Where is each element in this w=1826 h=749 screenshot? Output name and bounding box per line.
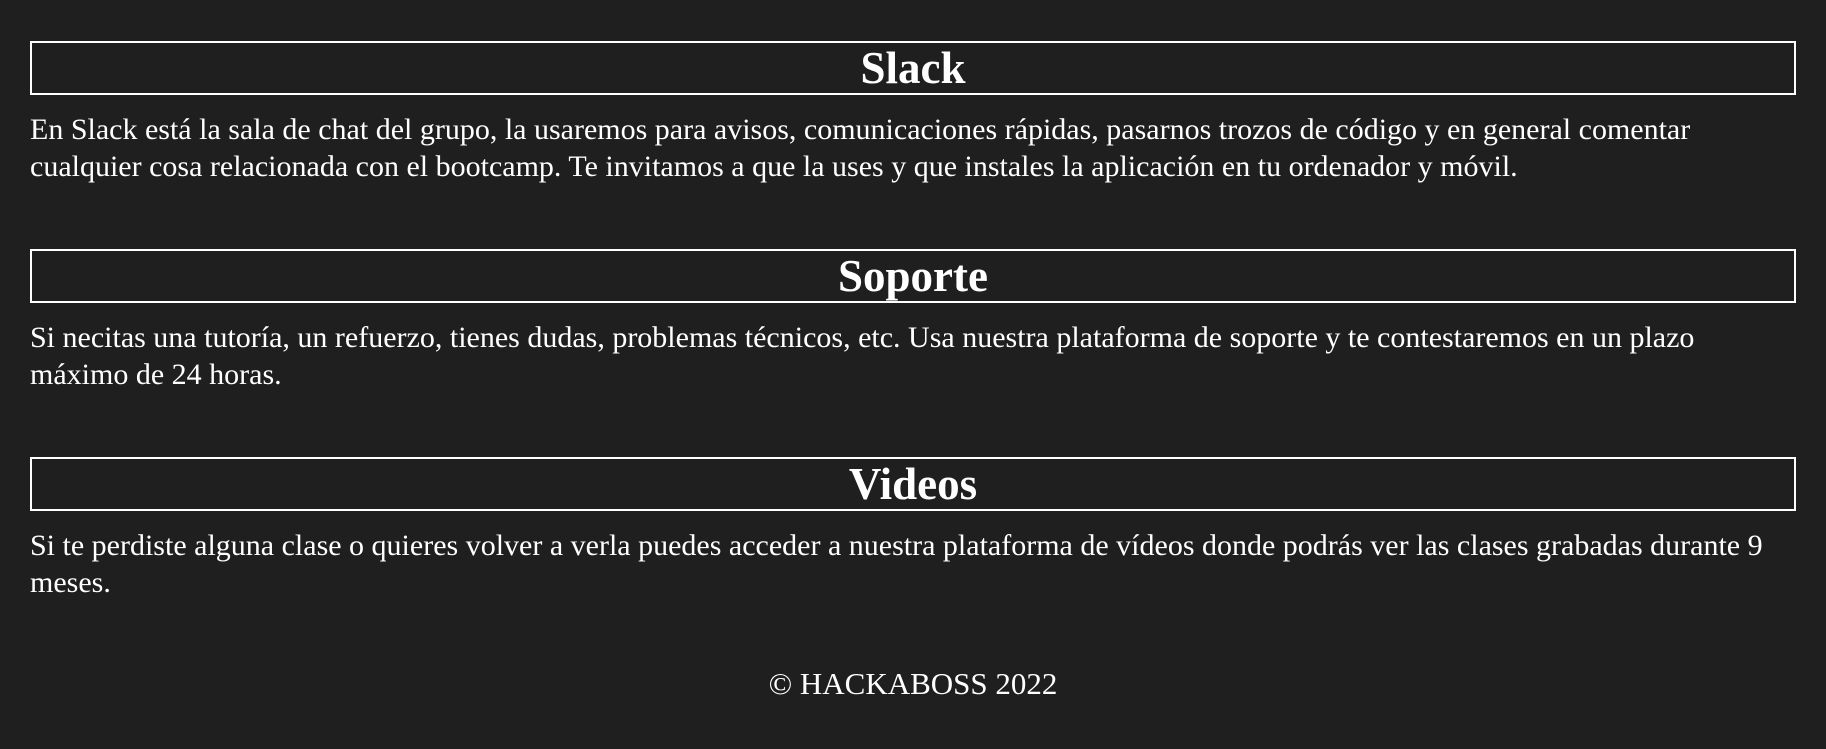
footer-copyright: © HACKABOSS 2022 — [768, 666, 1058, 701]
section-soporte: Soporte Si necitas una tutoría, un refue… — [30, 185, 1796, 393]
section-title-soporte: Soporte — [838, 251, 988, 301]
section-title-box-soporte: Soporte — [30, 249, 1796, 303]
section-title-videos: Videos — [848, 459, 978, 509]
section-text-soporte: Si necitas una tutoría, un refuerzo, tie… — [30, 321, 1695, 391]
page-content: Slack En Slack está la sala de chat del … — [0, 0, 1826, 702]
section-videos: Videos Si te perdiste alguna clase o qui… — [30, 393, 1796, 601]
section-text-videos: Si te perdiste alguna clase o quieres vo… — [30, 529, 1763, 599]
section-text-slack: En Slack está la sala de chat del grupo,… — [30, 113, 1691, 183]
section-slack: Slack En Slack está la sala de chat del … — [30, 0, 1796, 185]
section-title-slack: Slack — [860, 43, 966, 93]
section-title-box-slack: Slack — [30, 41, 1796, 95]
section-title-box-videos: Videos — [30, 457, 1796, 511]
footer: © HACKABOSS 2022 — [30, 665, 1796, 702]
